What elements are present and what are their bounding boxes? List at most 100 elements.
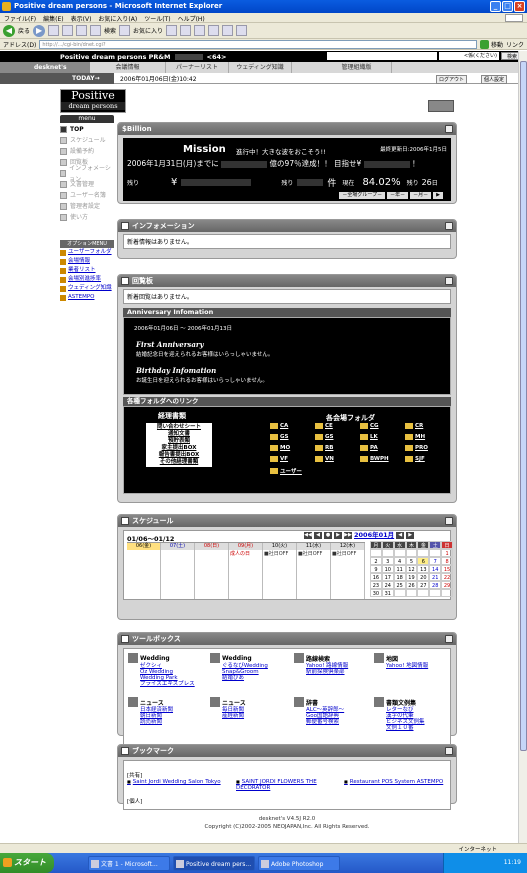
address-input[interactable]: http://.../cgi-bin/dnet.cgi?	[39, 39, 477, 49]
cal-day[interactable]: 27	[417, 581, 430, 589]
messenger-icon[interactable]	[236, 25, 248, 36]
prev-icon[interactable]: ◀	[314, 532, 322, 539]
folder-link[interactable]: GS	[270, 434, 315, 440]
cal-day[interactable]: 13	[417, 565, 430, 573]
cal-day[interactable]: 7	[429, 557, 442, 565]
cal-day[interactable]: 26	[405, 581, 418, 589]
accounting-link[interactable]: その他経理書類	[146, 459, 212, 466]
task-ie[interactable]: Positive dream pers...	[173, 855, 255, 871]
task-photoshop[interactable]: Adobe Photoshop	[258, 855, 340, 871]
folder-link[interactable]: SJF	[405, 456, 450, 462]
folder-link[interactable]: CE	[315, 423, 360, 429]
logout-button[interactable]: ログアウト	[435, 75, 467, 84]
menu-edit[interactable]: 編集(E)	[43, 14, 63, 23]
search-icon[interactable]	[90, 25, 102, 36]
folder-link[interactable]: RB	[315, 445, 360, 451]
folder-link[interactable]: CR	[405, 423, 450, 429]
bookmark-link[interactable]: SAINT JORDI FLOWERS THE DECORATOR	[236, 779, 331, 791]
month-label[interactable]: 2006年01月	[354, 532, 394, 539]
collapse-icon[interactable]	[445, 222, 453, 230]
tab-partner-list[interactable]: パーナーリスト	[166, 62, 229, 73]
menu-tools[interactable]: ツール(T)	[144, 14, 170, 23]
tab-venue-info[interactable]: 会議情報	[90, 62, 166, 73]
cal-day[interactable]: 21	[429, 573, 442, 581]
cal-day[interactable]: 4	[393, 557, 406, 565]
toolbox-link[interactable]: 郵便番号検索	[294, 719, 374, 725]
stop-icon[interactable]	[48, 25, 60, 36]
day-column[interactable]: 06(金)	[127, 543, 161, 599]
bookmark-link[interactable]: Saint Jordi Wedding Salon Tokyo	[127, 779, 237, 785]
day-column[interactable]: 09(月) 成人の日	[229, 543, 263, 599]
go-button[interactable]: ▶	[433, 192, 443, 199]
menu-file[interactable]: ファイル(F)	[4, 14, 36, 23]
opt-item-venue-info[interactable]: 会場情報	[60, 258, 114, 265]
favorites-star-icon[interactable]	[119, 25, 131, 36]
month-next-icon[interactable]: ▶	[406, 532, 415, 539]
cal-day[interactable]: 9	[370, 565, 382, 573]
cal-day[interactable]: 24	[381, 581, 394, 589]
nav-item-howto[interactable]: 使い方	[60, 212, 114, 223]
header-search-input[interactable]	[327, 52, 437, 60]
cal-day[interactable]: 20	[417, 573, 430, 581]
folder-icon[interactable]	[222, 25, 234, 36]
accounting-link[interactable]: 通知文書	[146, 431, 212, 438]
refresh-icon[interactable]	[62, 25, 74, 36]
history-icon[interactable]	[166, 25, 178, 36]
cal-day[interactable]: 6	[417, 557, 430, 565]
prev-prev-icon[interactable]: ◀◀	[304, 532, 312, 539]
print-icon[interactable]	[194, 25, 206, 36]
go-button[interactable]: 移動	[479, 39, 503, 49]
cal-day[interactable]: 11	[393, 565, 406, 573]
toolbox-link[interactable]: 結婚ぴあ	[210, 675, 290, 681]
next-icon[interactable]: ▶	[334, 532, 342, 539]
nav-item-top[interactable]: TOP	[60, 124, 114, 135]
maximize-button[interactable]: □	[502, 1, 513, 12]
back-button-label[interactable]: 戻る	[18, 26, 30, 35]
folder-link[interactable]: VF	[270, 456, 315, 462]
collapse-icon[interactable]	[445, 277, 453, 285]
cal-day[interactable]: 25	[393, 581, 406, 589]
accounting-link[interactable]: 家主提出BOX	[146, 445, 212, 452]
folder-link[interactable]: PA	[360, 445, 405, 451]
menu-help[interactable]: ヘルプ(H)	[178, 14, 205, 23]
folder-link[interactable]: BWPH	[360, 456, 405, 462]
folder-link[interactable]: ユーザー	[270, 467, 315, 475]
opt-item-vendor-list[interactable]: 業者リスト	[60, 267, 114, 274]
favorites-button-label[interactable]: お気に入り	[133, 26, 163, 35]
personal-settings-button[interactable]: 個人設定	[480, 75, 507, 84]
folder-link[interactable]: MH	[405, 434, 450, 440]
cal-day[interactable]: 8	[441, 557, 453, 565]
toolbox-link[interactable]: Yahoo! 地図情報	[374, 663, 454, 669]
next-next-icon[interactable]: ▶▶	[344, 532, 352, 539]
cal-day[interactable]: 22	[441, 573, 453, 581]
tab-wedding-knowledge[interactable]: ウェディング知識	[229, 62, 292, 73]
home-icon[interactable]	[76, 25, 88, 36]
year-select[interactable]: －年－	[387, 192, 409, 199]
folder-link[interactable]: GS	[315, 434, 360, 440]
forward-arrow-icon[interactable]: ▶	[33, 24, 46, 37]
collapse-icon[interactable]	[445, 517, 453, 525]
cal-day[interactable]: 15	[441, 565, 453, 573]
cal-day[interactable]: 2	[370, 557, 382, 565]
toolbox-link[interactable]: 産経新聞	[210, 713, 290, 719]
folder-link[interactable]: MO	[270, 445, 315, 451]
links-label[interactable]: リンク	[506, 40, 524, 49]
day-column[interactable]: 12(木) ■社日OFF	[331, 543, 365, 599]
nav-item-schedule[interactable]: スケジュール	[60, 135, 114, 146]
header-search-select[interactable]: <係(ください)	[439, 52, 499, 60]
folder-link[interactable]: PRO	[405, 445, 450, 451]
folder-link[interactable]: CA	[270, 423, 315, 429]
toolbox-link[interactable]: 読売新聞	[128, 719, 208, 725]
cal-day[interactable]: 10	[381, 565, 394, 573]
toolbox-link[interactable]: プライズエキスプレス	[128, 681, 208, 687]
back-arrow-icon[interactable]: ◀	[3, 24, 15, 37]
collapse-icon[interactable]	[445, 635, 453, 643]
accounting-link[interactable]: 預貯表類	[146, 438, 212, 445]
day-column[interactable]: 07(土)	[161, 543, 195, 599]
nav-item-users[interactable]: ユーザー名簿	[60, 190, 114, 201]
opt-item-user-folder[interactable]: ユーザーフォルダ	[60, 249, 114, 256]
cal-day[interactable]: 29	[441, 581, 453, 589]
opt-item-wedding-knowledge[interactable]: ウェディング知識	[60, 285, 114, 292]
folder-link[interactable]: LK	[360, 434, 405, 440]
cal-day[interactable]: 23	[370, 581, 382, 589]
